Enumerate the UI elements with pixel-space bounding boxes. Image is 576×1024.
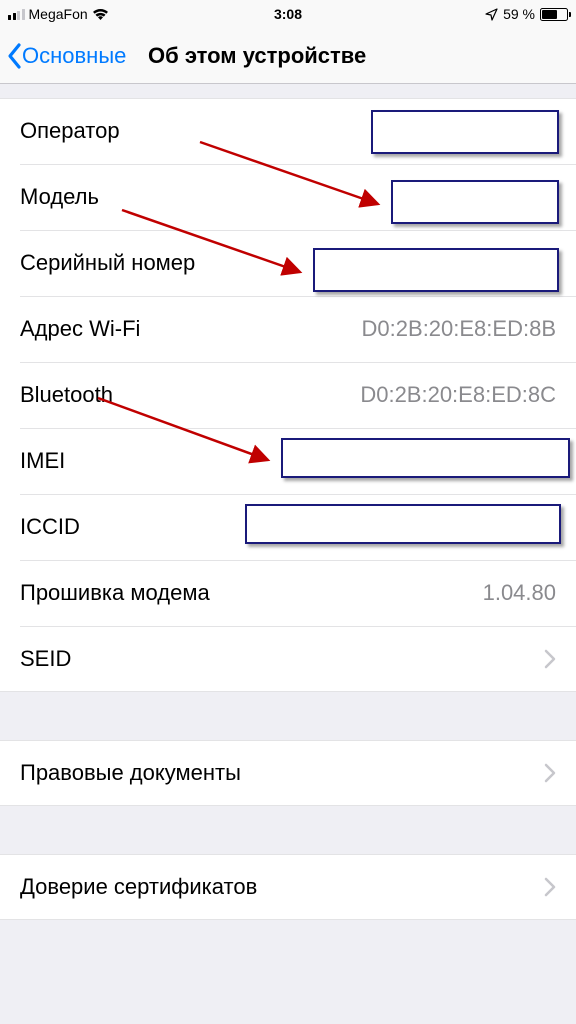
status-bar: MegaFon 3:08 59 %: [0, 0, 576, 28]
row-label: Модель: [20, 184, 99, 210]
row-label: SEID: [20, 646, 71, 672]
row-label: Правовые документы: [20, 760, 241, 786]
battery-icon: [540, 8, 568, 21]
row-legal[interactable]: Правовые документы: [0, 740, 576, 806]
back-label: Основные: [22, 43, 126, 69]
row-label: Серийный номер: [20, 250, 195, 276]
location-icon: [485, 8, 498, 21]
row-label: Доверие сертификатов: [20, 874, 257, 900]
row-value: D0:2B:20:E8:ED:8C: [360, 382, 556, 408]
row-label: ICCID: [20, 514, 80, 540]
row-label: Bluetooth: [20, 382, 113, 408]
redaction-box: [371, 110, 559, 154]
redaction-box: [281, 438, 570, 478]
back-button[interactable]: Основные: [6, 42, 126, 70]
row-label: Прошивка модема: [20, 580, 210, 606]
signal-icon: [8, 9, 25, 20]
row-label: IMEI: [20, 448, 65, 474]
page-title: Об этом устройстве: [148, 43, 366, 69]
row-value: D0:2B:20:E8:ED:8B: [362, 316, 556, 342]
chevron-right-icon: [544, 649, 556, 669]
row-seid[interactable]: SEID: [0, 626, 576, 692]
wifi-icon: [92, 8, 109, 21]
row-bluetooth[interactable]: Bluetooth D0:2B:20:E8:ED:8C: [0, 362, 576, 428]
battery-percent: 59 %: [503, 6, 535, 22]
row-value: 1.04.80: [483, 580, 556, 606]
redaction-box: [245, 504, 561, 544]
carrier-label: MegaFon: [29, 6, 88, 22]
row-cert[interactable]: Доверие сертификатов: [0, 854, 576, 920]
row-label: Адрес Wi-Fi: [20, 316, 140, 342]
nav-bar: Основные Об этом устройстве: [0, 28, 576, 84]
chevron-right-icon: [544, 763, 556, 783]
row-label: Оператор: [20, 118, 120, 144]
chevron-left-icon: [6, 42, 22, 70]
row-modem[interactable]: Прошивка модема 1.04.80: [0, 560, 576, 626]
redaction-box: [391, 180, 559, 224]
clock: 3:08: [274, 6, 302, 22]
row-wifi[interactable]: Адрес Wi-Fi D0:2B:20:E8:ED:8B: [0, 296, 576, 362]
redaction-box: [313, 248, 559, 292]
chevron-right-icon: [544, 877, 556, 897]
